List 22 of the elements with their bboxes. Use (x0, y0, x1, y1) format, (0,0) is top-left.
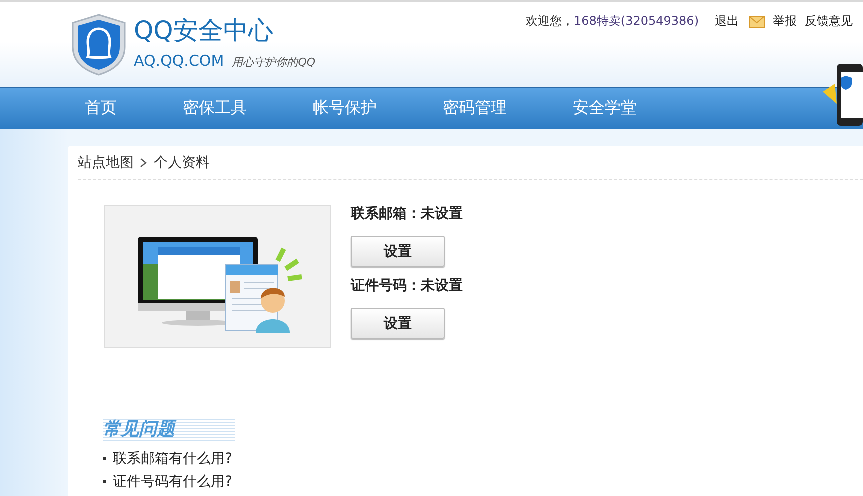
faq-heading: 常见问题 (103, 417, 235, 441)
site-title: QQ安全中心 (134, 16, 274, 46)
site-domain: AQ.QQ.COM (134, 52, 224, 70)
user-name: 168特卖(320549386) (574, 13, 699, 30)
field-status-label: 联系邮箱：未设置 (351, 205, 463, 223)
breadcrumb-separator-icon (140, 158, 148, 168)
faq-link[interactable]: 证件号码有什么用? (113, 472, 232, 490)
set-button[interactable]: 设置 (351, 308, 445, 339)
feedback-link[interactable]: 反馈意见 (805, 13, 853, 30)
breadcrumb-link[interactable]: 站点地图 (78, 154, 134, 172)
envelope-icon[interactable] (749, 16, 765, 28)
site-slogan: 用心守护你的QQ (232, 55, 316, 70)
bullet-icon (103, 480, 106, 483)
report-link[interactable]: 举报 (773, 13, 797, 30)
logout-link[interactable]: 退出 (715, 13, 739, 30)
breadcrumb-link[interactable]: 个人资料 (154, 154, 210, 172)
faq-link[interactable]: 联系邮箱有什么用? (113, 450, 232, 468)
set-button[interactable]: 设置 (351, 236, 445, 267)
shield-logo-icon (70, 13, 128, 77)
welcome-text: 欢迎您， (526, 13, 574, 30)
field-status-label: 证件号码：未设置 (351, 277, 463, 295)
bullet-icon (103, 457, 106, 460)
